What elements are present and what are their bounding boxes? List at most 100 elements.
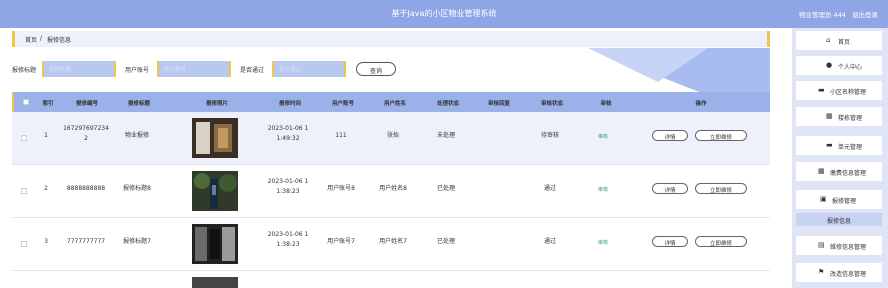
row-repair-no: 8888888888 bbox=[66, 185, 106, 192]
sidebar: ⌂ 首页 ● 个人中心 ▬ 小区名称管理 ▦ 楼栋管理 ▬ 单元管理 ▦ 缴费信… bbox=[792, 28, 888, 288]
row-audit-status: 通过 bbox=[543, 238, 556, 245]
row-name: 用户姓名8 bbox=[379, 185, 407, 192]
unit-icon: ▬ bbox=[826, 141, 833, 149]
row-audit-status: 待审核 bbox=[540, 132, 559, 139]
col-audit: 审核 bbox=[600, 101, 612, 107]
row-name: 张怡 bbox=[386, 132, 399, 139]
breadcrumb: 首页 / 报修信息 bbox=[12, 31, 770, 47]
row-repair-time: 2023-01-06 1 1:49:32 bbox=[260, 124, 316, 143]
row-repair-no: 7777777777 bbox=[66, 238, 106, 245]
row-repair-no: 167297697234 2 bbox=[58, 124, 114, 143]
detail-button[interactable]: 详情 bbox=[652, 130, 688, 141]
row-repair-time-line2: 1:38:23 bbox=[276, 240, 300, 248]
col-actions: 操作 bbox=[695, 101, 707, 107]
title-filter-input[interactable]: 报修标题 bbox=[42, 61, 116, 77]
breadcrumb-home[interactable]: 首页 bbox=[25, 35, 37, 44]
detail-button[interactable]: 详情 bbox=[652, 183, 688, 194]
row-repair-title: 报修标题7 bbox=[123, 238, 151, 245]
row-checkbox[interactable] bbox=[21, 135, 27, 141]
col-proc-status: 处理状态 bbox=[436, 101, 459, 107]
col-reply: 审核回复 bbox=[487, 101, 510, 107]
row-index: 1 bbox=[44, 132, 48, 139]
fee-icon: ▦ bbox=[818, 167, 825, 175]
approved-filter-label: 是否通过 bbox=[240, 67, 265, 74]
sidebar-item-fee[interactable]: ▦ 缴费信息管理 bbox=[796, 162, 882, 181]
detail-button[interactable]: 详情 bbox=[652, 236, 688, 247]
sidebar-item-profile[interactable]: ● 个人中心 bbox=[796, 56, 882, 75]
sidebar-item-label: 楼栋管理 bbox=[838, 115, 863, 122]
sidebar-subitem-repair-info[interactable]: 报修信息 bbox=[796, 213, 882, 226]
top-bar: 基于Java的小区物业管理系统 物业管理员 444 退出登录 bbox=[0, 0, 888, 28]
sidebar-item-label: 个人中心 bbox=[838, 64, 863, 71]
repair-now-button[interactable]: 立即维修 bbox=[695, 236, 747, 247]
repair-photo bbox=[192, 171, 238, 211]
account-filter-label: 用户账号 bbox=[125, 67, 150, 74]
col-repair-title: 报修标题 bbox=[127, 101, 150, 107]
title-filter-label: 报修标题 bbox=[12, 67, 37, 74]
table-row: 2 8888888888 报修标题8 2023-01-06 1 1:38:23 … bbox=[12, 165, 770, 218]
sidebar-item-label: 改造信息管理 bbox=[830, 271, 867, 278]
col-index: 索引 bbox=[42, 101, 54, 107]
sidebar-item-maintenance[interactable]: ▤ 维修信息管理 bbox=[796, 236, 882, 255]
col-repair-no: 报修编号 bbox=[75, 101, 98, 107]
row-repair-no-line2: 2 bbox=[84, 134, 88, 142]
sidebar-item-community[interactable]: ▬ 小区名称管理 bbox=[796, 81, 882, 100]
sidebar-item-repair[interactable]: ▣ 报修管理 bbox=[796, 190, 882, 209]
breadcrumb-separator: / bbox=[40, 35, 43, 42]
sidebar-item-label: 缴费信息管理 bbox=[830, 170, 867, 177]
audit-link[interactable]: 审核 bbox=[598, 239, 608, 246]
repair-photo bbox=[192, 277, 238, 288]
sidebar-item-renovation[interactable]: ⚑ 改造信息管理 bbox=[796, 263, 882, 282]
table-row bbox=[12, 271, 770, 288]
col-repair-time: 报修时间 bbox=[278, 101, 301, 107]
logout-link[interactable]: 退出登录 bbox=[852, 11, 878, 19]
row-index: 3 bbox=[44, 238, 48, 245]
row-repair-no-line1: 167297697234 bbox=[63, 125, 109, 132]
current-user: 物业管理员 444 bbox=[798, 11, 846, 19]
table-row: 1 167297697234 2 物业报修 2023-01-06 1 1:49:… bbox=[12, 112, 770, 165]
building-icon: ▦ bbox=[826, 112, 833, 120]
audit-link[interactable]: 审核 bbox=[598, 186, 608, 193]
repair-now-button[interactable]: 立即维修 bbox=[695, 183, 747, 194]
approved-filter-input[interactable]: 是否通过 bbox=[272, 61, 346, 77]
row-repair-time-line1: 2023-01-06 1 bbox=[267, 125, 309, 132]
flag-icon: ⚑ bbox=[818, 268, 825, 276]
repair-now-button[interactable]: 立即维修 bbox=[695, 130, 747, 141]
home-icon: ⌂ bbox=[826, 36, 831, 44]
sidebar-item-home[interactable]: ⌂ 首页 bbox=[796, 31, 882, 50]
row-repair-title: 物业报修 bbox=[124, 132, 149, 139]
row-checkbox[interactable] bbox=[21, 188, 27, 194]
sidebar-item-label: 单元管理 bbox=[838, 144, 863, 151]
audit-link[interactable]: 审核 bbox=[598, 133, 608, 140]
sidebar-item-label: 维修信息管理 bbox=[830, 244, 867, 251]
select-all-checkbox[interactable] bbox=[23, 99, 29, 105]
row-proc-status: 未处理 bbox=[436, 132, 455, 139]
main-content: 首页 / 报修信息 报修标题 报修标题 用户账号 用户账号 是否通过 是否通过 … bbox=[0, 28, 792, 288]
account-filter-input[interactable]: 用户账号 bbox=[157, 61, 231, 77]
maintenance-icon: ▤ bbox=[818, 241, 825, 249]
sidebar-item-building[interactable]: ▦ 楼栋管理 bbox=[796, 107, 882, 126]
col-audit-status: 审核状态 bbox=[540, 101, 563, 107]
col-account: 用户账号 bbox=[331, 101, 354, 107]
table-header: 索引 报修编号 报修标题 报修照片 报修时间 用户账号 用户姓名 处理状态 审核… bbox=[12, 92, 770, 112]
sidebar-item-unit[interactable]: ▬ 单元管理 bbox=[796, 136, 882, 155]
search-bar: 报修标题 报修标题 用户账号 用户账号 是否通过 是否通过 查询 bbox=[12, 61, 612, 77]
row-repair-time-line2: 1:38:23 bbox=[276, 187, 300, 195]
row-account: 111 bbox=[335, 132, 347, 139]
row-repair-time-line2: 1:49:32 bbox=[276, 134, 300, 142]
search-button[interactable]: 查询 bbox=[356, 62, 396, 76]
row-checkbox[interactable] bbox=[21, 241, 27, 247]
row-audit-status: 通过 bbox=[543, 185, 556, 192]
repair-photo bbox=[192, 118, 238, 158]
community-icon: ▬ bbox=[818, 86, 825, 94]
row-repair-time: 2023-01-06 1 1:38:23 bbox=[260, 230, 316, 249]
user-area: 物业管理员 444 退出登录 bbox=[795, 9, 878, 19]
breadcrumb-current: 报修信息 bbox=[47, 37, 72, 44]
row-repair-title: 报修标题8 bbox=[123, 185, 151, 192]
app-title: 基于Java的小区物业管理系统 bbox=[391, 9, 497, 18]
repair-table: 索引 报修编号 报修标题 报修照片 报修时间 用户账号 用户姓名 处理状态 审核… bbox=[12, 92, 770, 288]
row-account: 用户账号7 bbox=[327, 238, 355, 245]
row-proc-status: 已处理 bbox=[436, 238, 455, 245]
repair-icon: ▣ bbox=[820, 195, 827, 203]
row-index: 2 bbox=[44, 185, 48, 192]
